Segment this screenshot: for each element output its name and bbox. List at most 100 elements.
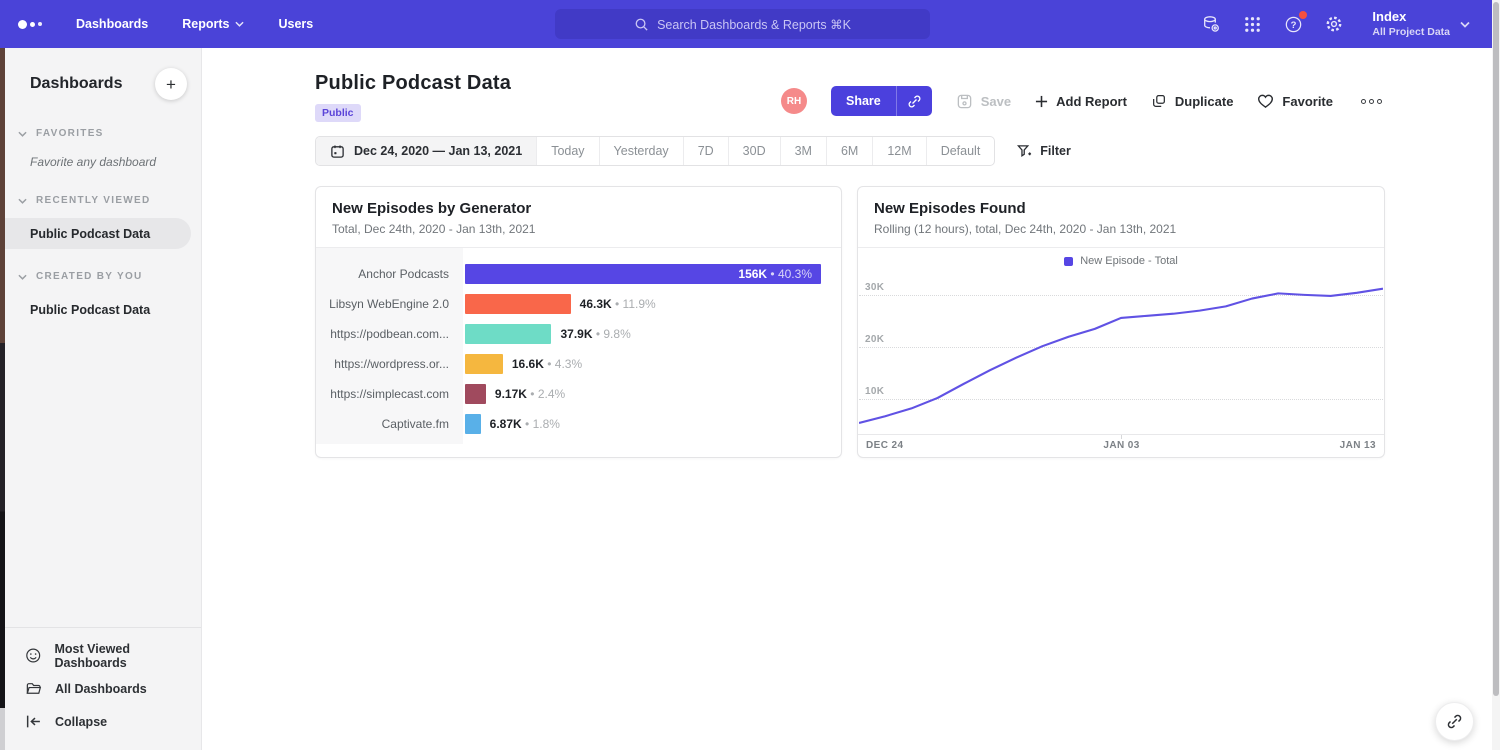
bar-value-label: 6.87K • 1.8% [490, 417, 560, 431]
bar-row-label: https://simplecast.com [316, 387, 463, 401]
favorite-label: Favorite [1282, 94, 1333, 109]
copy-share-link-button[interactable] [896, 86, 932, 116]
filter-button[interactable]: Filter [1017, 144, 1071, 159]
section-label: CREATED BY YOU [36, 271, 143, 282]
bar-value-label: 156K • 40.3% [738, 267, 812, 281]
bar-track: 16.6K • 4.3% [465, 354, 841, 374]
date-preset-3m[interactable]: 3M [781, 137, 827, 165]
bar-row: Anchor Podcasts156K • 40.3% [316, 259, 841, 289]
more-options-button[interactable] [1357, 95, 1386, 108]
settings-gear-icon[interactable] [1323, 13, 1345, 35]
x-tick: DEC 24 [866, 440, 903, 451]
date-preset-6m[interactable]: 6M [827, 137, 873, 165]
date-preset-12m[interactable]: 12M [873, 137, 926, 165]
section-favorites[interactable]: FAVORITES [5, 128, 201, 139]
bar-row: https://simplecast.com 9.17K • 2.4% [316, 379, 841, 409]
nav-dashboards[interactable]: Dashboards [76, 17, 148, 31]
share-button-group: Share [831, 86, 932, 116]
bar-row: https://podbean.com...37.9K • 9.8% [316, 319, 841, 349]
bar-row: https://wordpress.or...16.6K • 4.3% [316, 349, 841, 379]
chart-legend: New Episode - Total [858, 248, 1384, 274]
most-viewed-dashboards-button[interactable]: Most Viewed Dashboards [5, 639, 201, 672]
section-label: RECENTLY VIEWED [36, 195, 151, 206]
apps-grid-icon[interactable] [1241, 13, 1263, 35]
footer-label: Most Viewed Dashboards [54, 642, 201, 670]
date-range-button[interactable]: Dec 24, 2020 — Jan 13, 2021 [316, 137, 537, 165]
date-range-label: Dec 24, 2020 — Jan 13, 2021 [354, 144, 522, 158]
app-logo[interactable] [18, 20, 42, 29]
bar-row: Libsyn WebEngine 2.0 46.3K • 11.9% [316, 289, 841, 319]
section-created-by-you[interactable]: CREATED BY YOU [5, 271, 201, 282]
nav-users[interactable]: Users [278, 17, 313, 31]
avatar[interactable]: RH [781, 88, 807, 114]
page-title: Public Podcast Data [315, 72, 511, 95]
date-preset-7d[interactable]: 7D [684, 137, 729, 165]
workspace-selector[interactable]: Index All Project Data [1372, 9, 1470, 38]
bar-track: 6.87K • 1.8% [465, 414, 841, 434]
bar-track: 9.17K • 2.4% [465, 384, 841, 404]
duplicate-icon [1151, 93, 1167, 109]
logo-dot [38, 22, 42, 26]
duplicate-button[interactable]: Duplicate [1151, 93, 1234, 109]
chevron-down-icon [1460, 21, 1470, 28]
link-icon [907, 94, 922, 109]
page-scrollbar[interactable] [1492, 0, 1500, 750]
nav-reports[interactable]: Reports [182, 17, 244, 31]
bar-row: Captivate.fm 6.87K • 1.8% [316, 409, 841, 439]
bar-segment[interactable] [465, 414, 481, 434]
bar-value-label: 46.3K • 11.9% [580, 297, 656, 311]
save-button[interactable]: Save [956, 93, 1011, 110]
svg-text:?: ? [1290, 19, 1296, 30]
sidebar: Dashboards + FAVORITES Favorite any dash… [5, 48, 202, 750]
line-chart-subtitle: Rolling (12 hours), total, Dec 24th, 202… [874, 222, 1368, 236]
date-range-control: Dec 24, 2020 — Jan 13, 2021 Today Yester… [315, 136, 995, 166]
floating-link-button[interactable] [1435, 702, 1474, 741]
footer-label: All Dashboards [55, 682, 147, 696]
workspace-subtitle: All Project Data [1372, 26, 1450, 39]
section-recently-viewed[interactable]: RECENTLY VIEWED [5, 195, 201, 206]
data-source-icon[interactable] [1200, 13, 1222, 35]
bar-chart-plot: Anchor Podcasts156K • 40.3%Libsyn WebEng… [316, 248, 841, 444]
bar-segment[interactable] [465, 354, 503, 374]
chevron-down-icon [18, 198, 27, 204]
search-input[interactable]: Search Dashboards & Reports ⌘K [555, 9, 930, 39]
date-preset-30d[interactable]: 30D [729, 137, 781, 165]
bar-track: 46.3K • 11.9% [465, 294, 841, 314]
x-tick: JAN 13 [1340, 440, 1376, 451]
sidebar-item-public-podcast-data[interactable]: Public Podcast Data [5, 294, 191, 325]
date-preset-yesterday[interactable]: Yesterday [600, 137, 684, 165]
scrollbar-thumb[interactable] [1493, 2, 1499, 696]
search-placeholder: Search Dashboards & Reports ⌘K [657, 17, 851, 32]
search-icon [634, 17, 649, 32]
x-axis: DEC 24 JAN 03 JAN 13 [858, 434, 1384, 451]
section-label: FAVORITES [36, 128, 104, 139]
add-report-button[interactable]: Add Report [1035, 94, 1127, 109]
bar-segment[interactable] [465, 384, 486, 404]
line-chart-title: New Episodes Found [874, 200, 1368, 217]
line-series[interactable] [859, 289, 1383, 423]
collapse-sidebar-button[interactable]: Collapse [5, 705, 201, 738]
plus-icon [1035, 95, 1048, 108]
bar-segment[interactable]: 156K • 40.3% [465, 264, 821, 284]
bar-segment[interactable] [465, 294, 571, 314]
bar-row-label: Libsyn WebEngine 2.0 [316, 297, 463, 311]
footer-label: Collapse [55, 715, 107, 729]
filter-funnel-icon [1017, 144, 1032, 159]
x-tick: JAN 03 [1103, 440, 1139, 451]
share-button[interactable]: Share [831, 86, 896, 116]
date-preset-default[interactable]: Default [927, 137, 995, 165]
sidebar-item-public-podcast-data[interactable]: Public Podcast Data [5, 218, 191, 249]
favorite-button[interactable]: Favorite [1257, 93, 1333, 109]
new-dashboard-button[interactable]: + [155, 68, 187, 100]
help-icon[interactable]: ? [1282, 13, 1304, 35]
bar-segment[interactable] [465, 324, 551, 344]
add-report-label: Add Report [1056, 94, 1127, 109]
bar-row-label: Captivate.fm [316, 417, 463, 431]
bar-value-label: 9.17K • 2.4% [495, 387, 565, 401]
bar-track: 156K • 40.3% [465, 264, 841, 284]
date-preset-today[interactable]: Today [537, 137, 599, 165]
chevron-down-icon [18, 274, 27, 280]
logo-dot [30, 22, 35, 27]
all-dashboards-button[interactable]: All Dashboards [5, 672, 201, 705]
chevron-down-icon [18, 131, 27, 137]
